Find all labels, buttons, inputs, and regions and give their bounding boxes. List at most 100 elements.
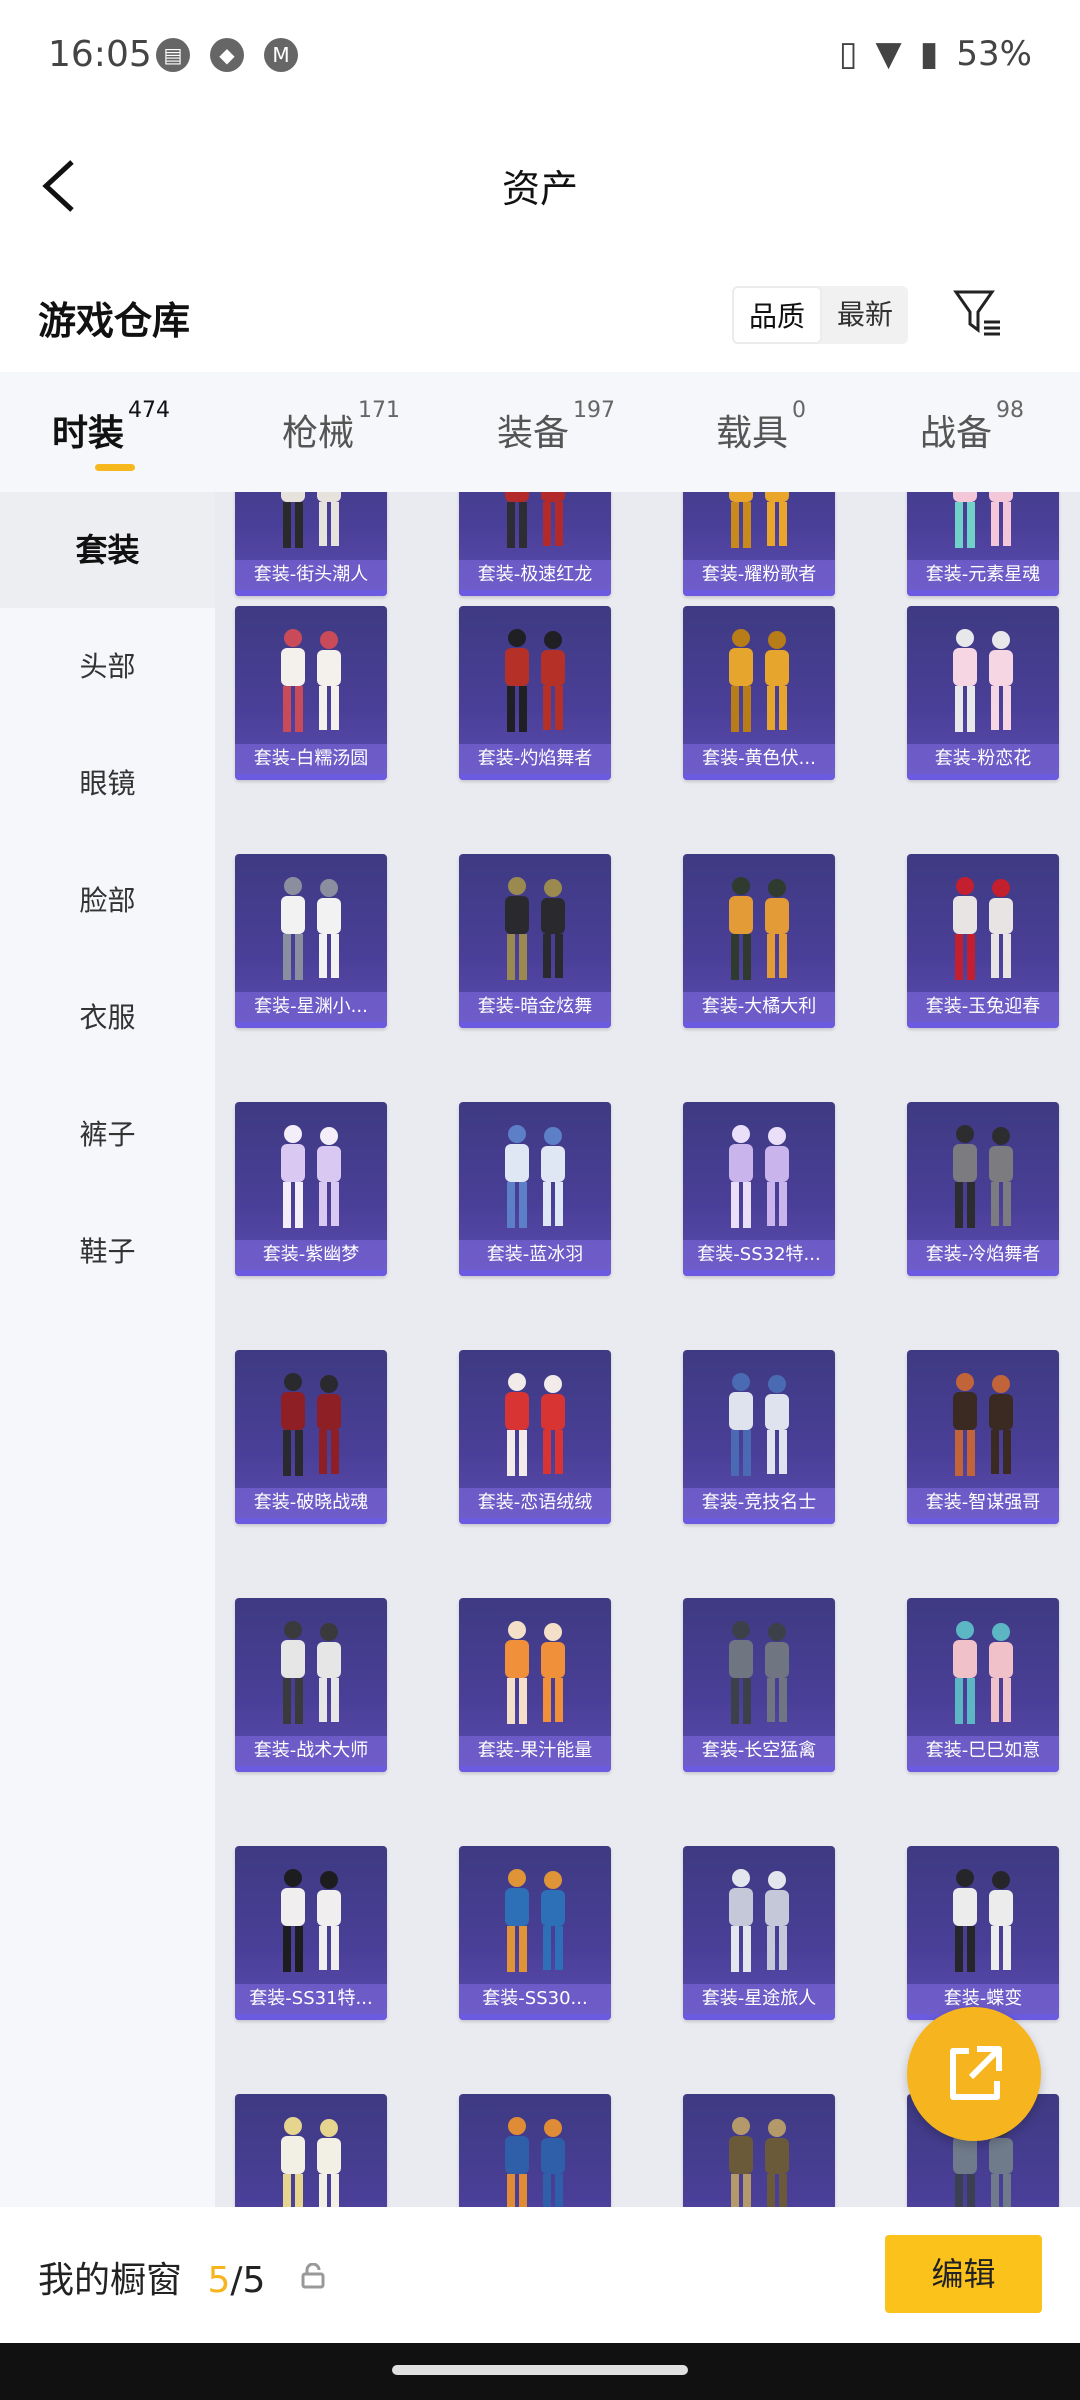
outfit-card[interactable]: 套装-蓝冰羽	[459, 1102, 611, 1276]
outfit-card[interactable]: 套装-白糯汤圆	[235, 606, 387, 780]
sidebar-item-face[interactable]: 脸部	[0, 843, 215, 959]
tab-count: 171	[358, 398, 401, 423]
outfit-thumbnail-icon	[505, 2117, 565, 2207]
sidebar-item-suits[interactable]: 套装	[0, 492, 215, 608]
quality-bar	[235, 1766, 387, 1772]
quality-bar	[683, 2014, 835, 2020]
edit-button[interactable]: 编辑	[885, 2235, 1042, 2313]
outfit-name: 套装-粉恋花	[907, 744, 1059, 774]
tab-count: 197	[573, 398, 616, 423]
quality-bar	[683, 590, 835, 596]
showcase-count-current: 5	[207, 2260, 231, 2301]
outfit-card[interactable]: 套装-玉兔迎春	[907, 854, 1059, 1028]
outfit-card[interactable]: 套装-粉恋花	[907, 606, 1059, 780]
quality-bar	[907, 1518, 1059, 1524]
item-grid: 套装-街头潮人 套装-极速红龙 套装-耀粉歌者 套装-元素星魂套装-白糯汤圆 套装-灼焰…	[215, 492, 1080, 2207]
outfit-name: 套装-极速红龙	[459, 560, 611, 590]
quality-bar	[235, 1518, 387, 1524]
outfit-card[interactable]: 套装-果汁能量	[459, 1598, 611, 1772]
status-time: 16:05	[48, 34, 152, 75]
outfit-card[interactable]: 套装-破晓战魂	[235, 1350, 387, 1524]
quality-bar	[907, 1270, 1059, 1276]
outfit-thumbnail-icon	[505, 629, 565, 732]
outfit-thumbnail-icon	[281, 1373, 341, 1476]
outfit-card[interactable]: 套装-SS32特...	[683, 1102, 835, 1276]
share-button[interactable]	[907, 2007, 1041, 2141]
outfit-card[interactable]: 套装-竞技名士	[683, 1350, 835, 1524]
outfit-card[interactable]: 套装-黄色伏...	[683, 606, 835, 780]
outfit-name: 套装-白糯汤圆	[235, 744, 387, 774]
outfit-card[interactable]: 套装-战术大师	[235, 1598, 387, 1772]
outfit-card[interactable]: 套装-恋语绒绒	[459, 1350, 611, 1524]
sidebar-item-pants[interactable]: 裤子	[0, 1077, 215, 1193]
filter-icon[interactable]	[952, 286, 1002, 338]
sidebar-item-clothes[interactable]: 衣服	[0, 960, 215, 1076]
outfit-thumbnail-icon	[505, 1621, 565, 1724]
sidebar-item-glasses[interactable]: 眼镜	[0, 726, 215, 842]
outfit-card[interactable]: 套装-街头潮人	[235, 492, 387, 596]
outfit-card[interactable]: 套装-巳巳如意	[907, 1598, 1059, 1772]
outfit-card[interactable]: 套装-SS30...	[459, 1846, 611, 2020]
title-bar: 资产	[0, 110, 1080, 260]
showcase-bar: 我的橱窗 5/5 编辑	[0, 2207, 1080, 2343]
outfit-name: 套装-冷焰舞者	[907, 1240, 1059, 1270]
outfit-thumbnail-icon	[505, 1125, 565, 1228]
outfit-card[interactable]: 套装-灼焰舞者	[459, 606, 611, 780]
outfit-thumbnail-icon	[729, 877, 789, 980]
quality-bar	[459, 2014, 611, 2020]
outfit-card[interactable]: 套装-冷焰舞者	[907, 1102, 1059, 1276]
quality-bar	[235, 590, 387, 596]
outfit-name: 套装-果汁能量	[459, 1736, 611, 1766]
outfit-thumbnail-icon	[281, 1125, 341, 1228]
quality-bar	[683, 1022, 835, 1028]
outfit-thumbnail-icon	[729, 629, 789, 732]
quality-bar	[235, 1270, 387, 1276]
outfit-card[interactable]: 套装-大橘大利	[683, 854, 835, 1028]
quality-bar	[907, 1022, 1059, 1028]
sidebar-item-shoes[interactable]: 鞋子	[0, 1194, 215, 1310]
outfit-card[interactable]: 套装-紫幽梦	[235, 1102, 387, 1276]
outfit-card[interactable]: 套装-长空猛禽	[683, 1598, 835, 1772]
quality-bar	[459, 774, 611, 780]
outfit-card[interactable]: 套装-星途旅人	[683, 1846, 835, 2020]
outfit-thumbnail-icon	[281, 1869, 341, 1972]
outfit-card[interactable]: 套装-耀粉歌者	[683, 492, 835, 596]
quality-bar	[683, 1270, 835, 1276]
outfit-name: 套装-元素星魂	[907, 560, 1059, 590]
tab-fashion[interactable]: 时装474	[52, 398, 170, 456]
sidebar-item-head[interactable]: 头部	[0, 609, 215, 725]
outfit-card[interactable]	[235, 2094, 387, 2207]
outfit-thumbnail-icon	[505, 877, 565, 980]
outfit-card[interactable]: 套装-蝶变	[907, 1846, 1059, 2020]
external-link-icon	[950, 2046, 1002, 2100]
outfit-card[interactable]	[459, 2094, 611, 2207]
quality-bar	[907, 774, 1059, 780]
outfit-thumbnail-icon	[953, 877, 1013, 980]
outfit-card[interactable]: 套装-星渊小...	[235, 854, 387, 1028]
quality-bar	[459, 1766, 611, 1772]
tab-weapons[interactable]: 枪械171	[282, 398, 400, 456]
outfit-thumbnail-icon	[281, 877, 341, 980]
tab-count: 98	[996, 398, 1025, 423]
tab-equipment[interactable]: 装备197	[497, 398, 615, 456]
outfit-card[interactable]: 套装-SS31特...	[235, 1846, 387, 2020]
outfit-card[interactable]	[683, 2094, 835, 2207]
home-gesture-pill[interactable]	[392, 2365, 688, 2375]
tab-vehicles[interactable]: 载具0	[716, 398, 806, 456]
quality-bar	[459, 1022, 611, 1028]
sort-latest-button[interactable]: 最新	[822, 286, 908, 344]
outfit-thumbnail-icon	[953, 1373, 1013, 1476]
outfit-card[interactable]: 套装-元素星魂	[907, 492, 1059, 596]
sort-quality-button[interactable]: 品质	[732, 286, 822, 344]
quality-bar	[235, 774, 387, 780]
outfit-card[interactable]: 套装-智谋强哥	[907, 1350, 1059, 1524]
outfit-card[interactable]: 套装-极速红龙	[459, 492, 611, 596]
outfit-thumbnail-icon	[281, 629, 341, 732]
quality-bar	[683, 774, 835, 780]
quality-bar	[683, 1766, 835, 1772]
outfit-name: 套装-黄色伏...	[683, 744, 835, 774]
outfit-name: 套装-恋语绒绒	[459, 1488, 611, 1518]
tab-supplies[interactable]: 战备98	[920, 398, 1024, 456]
outfit-card[interactable]: 套装-暗金炫舞	[459, 854, 611, 1028]
outfit-name: 套装-灼焰舞者	[459, 744, 611, 774]
